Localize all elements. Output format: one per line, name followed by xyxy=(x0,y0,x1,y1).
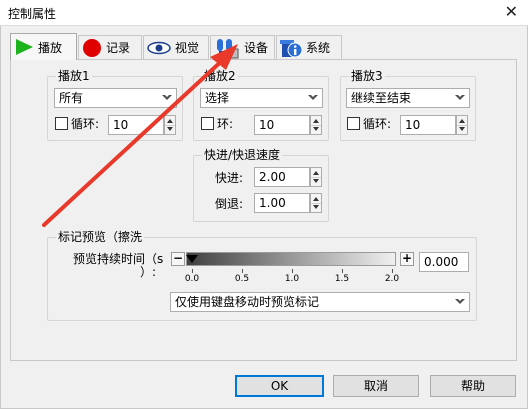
playback3-title: 播放3 xyxy=(349,69,385,83)
device-icon xyxy=(217,38,239,58)
slider-decrease-button[interactable]: − xyxy=(171,252,185,266)
chevron-down-icon xyxy=(455,298,465,304)
slider-tick-label: 0.5 xyxy=(234,274,250,284)
cancel-button[interactable]: 取消 xyxy=(333,375,419,397)
speed-title: 快进/快退速度 xyxy=(202,148,283,162)
playback2-mode-select[interactable]: 选择 xyxy=(200,88,323,108)
ok-button[interactable]: OK xyxy=(235,375,324,397)
preview-duration-value-input[interactable]: 0.000 xyxy=(419,252,469,272)
tab-record-label: 记录 xyxy=(106,41,131,55)
forward-speed-input[interactable]: 2.00 xyxy=(254,167,310,187)
playback1-mode-select[interactable]: 所有 xyxy=(54,88,177,108)
preview-duration-label-cont: ）: xyxy=(140,265,157,279)
playback1-mode-value: 所有 xyxy=(59,91,84,105)
playback3-mode-select[interactable]: 继续至结束 xyxy=(346,88,470,108)
slider-tick xyxy=(392,269,393,273)
slider-tick-label: 1.0 xyxy=(284,274,300,284)
forward-speed-label: 快进: xyxy=(215,171,244,185)
preview-mode-select[interactable]: 仅使用键盘移动时预览标记 xyxy=(170,292,470,312)
window-title: 控制属性 xyxy=(8,7,57,21)
slider-thumb-icon[interactable] xyxy=(186,254,198,264)
record-icon xyxy=(83,38,101,57)
playback1-loop-checkbox[interactable] xyxy=(55,117,68,130)
tab-visual[interactable]: 视觉 xyxy=(143,35,209,59)
playback2-loop-spinner[interactable] xyxy=(310,115,322,135)
forward-speed-spinner[interactable] xyxy=(310,167,322,187)
close-icon[interactable]: ✕ xyxy=(505,2,518,22)
tab-device[interactable]: 设备 xyxy=(210,35,275,59)
playback1-loop-input[interactable]: 10 xyxy=(108,115,164,135)
tab-visual-label: 视觉 xyxy=(175,41,200,55)
marker-preview-title: 标记预览（擦洗 xyxy=(56,230,145,244)
title-bar: 控制属性 ✕ xyxy=(0,0,528,26)
playback3-loop-spinner[interactable] xyxy=(456,115,468,135)
playback2-mode-value: 选择 xyxy=(205,91,230,105)
playback1-title: 播放1 xyxy=(56,69,92,83)
playback2-loop-checkbox[interactable] xyxy=(201,117,214,130)
playback3-mode-value: 继续至结束 xyxy=(351,91,412,105)
tab-record[interactable]: 记录 xyxy=(78,35,142,59)
eye-icon xyxy=(147,41,171,54)
playback2-title: 播放2 xyxy=(202,69,238,83)
playback2-loop-input[interactable]: 10 xyxy=(254,115,310,135)
slider-tick-label: 2.0 xyxy=(384,274,400,284)
slider-tick xyxy=(192,269,193,273)
help-button[interactable]: 帮助 xyxy=(430,375,516,397)
preview-mode-value: 仅使用键盘移动时预览标记 xyxy=(175,295,320,309)
system-info-icon xyxy=(280,39,302,57)
rewind-speed-input[interactable]: 1.00 xyxy=(254,193,310,213)
slider-tick-label: 0.0 xyxy=(184,274,200,284)
tab-playback[interactable]: 播放 xyxy=(10,33,77,60)
playback1-loop-spinner[interactable] xyxy=(164,115,176,135)
tab-device-label: 设备 xyxy=(244,41,269,55)
playback2-loop-label: 环: xyxy=(217,117,234,131)
tab-system[interactable]: 系统 xyxy=(276,35,342,59)
chevron-down-icon xyxy=(455,94,465,100)
slider-tick xyxy=(242,269,243,273)
chevron-down-icon xyxy=(308,94,318,100)
playback3-loop-input[interactable]: 10 xyxy=(400,115,456,135)
preview-duration-slider[interactable] xyxy=(186,252,396,266)
slider-increase-button[interactable]: + xyxy=(400,252,414,266)
tab-system-label: 系统 xyxy=(306,41,331,55)
play-icon xyxy=(16,39,33,55)
slider-tick xyxy=(292,269,293,273)
rewind-speed-label: 倒退: xyxy=(215,197,244,211)
slider-tick xyxy=(342,269,343,273)
chevron-down-icon xyxy=(162,94,172,100)
tab-playback-label: 播放 xyxy=(38,40,63,55)
playback3-loop-checkbox[interactable] xyxy=(347,117,360,130)
rewind-speed-spinner[interactable] xyxy=(310,193,322,213)
slider-tick-label: 1.5 xyxy=(334,274,350,284)
playback3-loop-label: 循环: xyxy=(363,117,392,131)
playback1-loop-label: 循环: xyxy=(71,117,100,131)
